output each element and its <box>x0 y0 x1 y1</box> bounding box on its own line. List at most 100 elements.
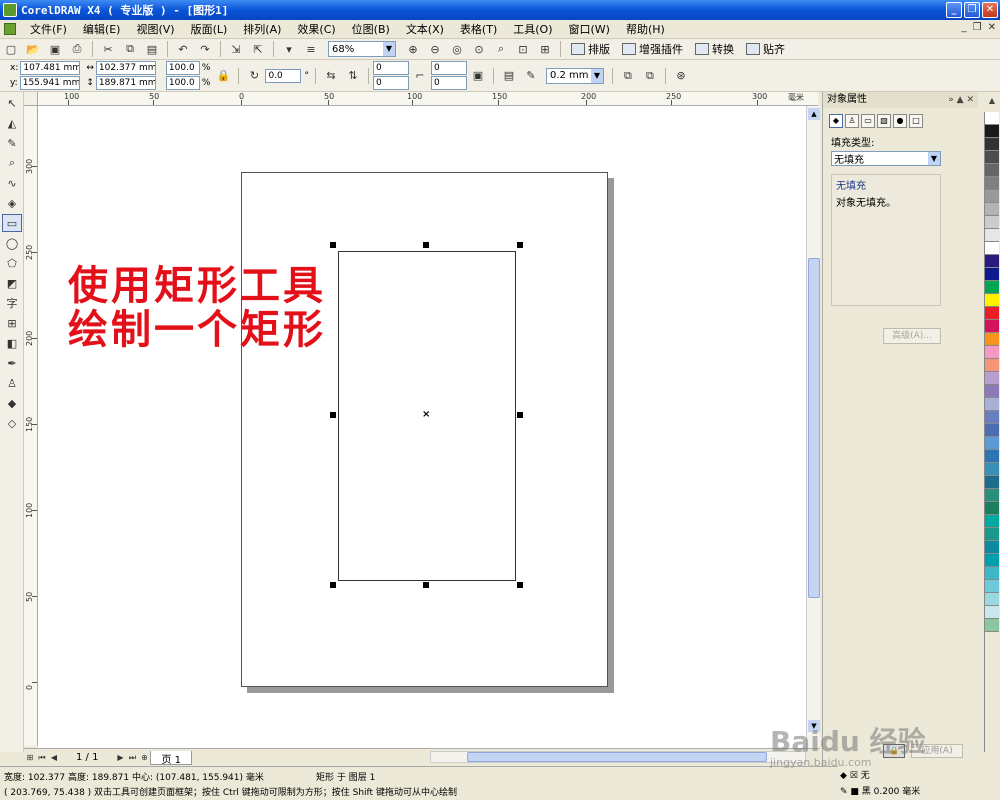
menu-edit[interactable]: 编辑(E) <box>75 21 129 37</box>
palette-swatch[interactable] <box>985 125 999 138</box>
lock-corners-icon[interactable]: ▣ <box>469 68 487 84</box>
copy-icon[interactable]: ⧉ <box>121 41 139 57</box>
palette-swatch[interactable] <box>985 463 999 476</box>
palette-swatch[interactable] <box>985 112 999 125</box>
palette-swatch[interactable] <box>985 359 999 372</box>
scale-x-input[interactable]: 100.0 <box>165 61 200 75</box>
rectangle-tool-icon[interactable]: ▭ <box>2 214 22 232</box>
zoom-selected-icon[interactable]: ◎ <box>448 41 466 57</box>
redo-icon[interactable]: ↷ <box>196 41 214 57</box>
add-page-icon[interactable]: ⊕ <box>138 753 150 762</box>
drawing-canvas[interactable]: × 使用矩形工具 绘制一个矩形 <box>38 106 806 748</box>
palette-swatch[interactable] <box>985 398 999 411</box>
minimize-button[interactable]: _ <box>946 2 962 18</box>
palette-swatch[interactable] <box>985 554 999 567</box>
interactive-blend-tool-icon[interactable]: ◧ <box>2 334 22 352</box>
pick-tool-icon[interactable]: ↖ <box>2 94 22 112</box>
open-icon[interactable]: 📂 <box>24 41 42 57</box>
zoom-in-icon[interactable]: ⊕ <box>404 41 422 57</box>
outline-width-select[interactable]: 0.2 mm ▼ <box>545 67 604 84</box>
palette-swatch[interactable] <box>985 372 999 385</box>
palette-swatch[interactable] <box>985 476 999 489</box>
width-input[interactable]: 102.377 mm <box>95 61 156 75</box>
undo-icon[interactable]: ↶ <box>174 41 192 57</box>
palette-swatch[interactable] <box>985 437 999 450</box>
ellipse-tool-icon[interactable]: ◯ <box>2 234 22 252</box>
corner-radius-bottom-left-input[interactable]: 0 <box>372 76 409 90</box>
text-tool-icon[interactable]: 字 <box>2 294 22 312</box>
interactive-fill-tool-icon[interactable]: ◇ <box>2 414 22 432</box>
palette-swatch[interactable] <box>985 411 999 424</box>
palette-swatch[interactable] <box>985 203 999 216</box>
selection-handle[interactable] <box>423 242 429 248</box>
welcome-screen-icon[interactable]: ≡ <box>302 41 320 57</box>
advanced-button[interactable]: 高级(A)... <box>883 328 941 344</box>
selection-handle[interactable] <box>517 582 523 588</box>
new-document-icon[interactable]: ▢ <box>2 41 20 57</box>
menu-table[interactable]: 表格(T) <box>452 21 505 37</box>
palette-swatch[interactable] <box>985 541 999 554</box>
basic-shapes-tool-icon[interactable]: ◩ <box>2 274 22 292</box>
print-icon[interactable]: ⎙ <box>68 41 86 57</box>
palette-swatch[interactable] <box>985 177 999 190</box>
menu-arrange[interactable]: 排列(A) <box>235 21 289 37</box>
scale-y-input[interactable]: 100.0 <box>165 76 200 90</box>
scroll-up-icon[interactable]: ▲ <box>808 108 820 120</box>
corner-link-icon[interactable]: ⌐ <box>411 68 429 84</box>
palette-swatch[interactable] <box>985 138 999 151</box>
menu-file[interactable]: 文件(F) <box>22 21 75 37</box>
palette-swatch[interactable] <box>985 567 999 580</box>
y-position-input[interactable]: 155.941 mm <box>19 76 80 90</box>
menu-layout[interactable]: 版面(L) <box>183 21 236 37</box>
plugin-button[interactable]: 增强插件 <box>622 41 683 57</box>
prev-page-icon[interactable]: ◀ <box>48 753 60 762</box>
palette-swatch[interactable] <box>985 255 999 268</box>
close-button[interactable]: ✕ <box>982 2 998 18</box>
palette-swatch[interactable] <box>985 164 999 177</box>
height-input[interactable]: 189.871 mm <box>95 76 156 90</box>
palette-swatch[interactable] <box>985 489 999 502</box>
selection-handle[interactable] <box>517 412 523 418</box>
shape-tool-icon[interactable]: ◭ <box>2 114 22 132</box>
palette-swatch[interactable] <box>985 580 999 593</box>
zoom-width-icon[interactable]: ⊡ <box>514 41 532 57</box>
palette-swatch[interactable] <box>985 385 999 398</box>
palette-swatch[interactable] <box>985 151 999 164</box>
convert-button[interactable]: 转换 <box>695 41 734 57</box>
palette-swatch[interactable] <box>985 346 999 359</box>
horizontal-ruler[interactable]: 100 50 0 50 100 150 200 250 300 毫米 <box>38 92 818 106</box>
freehand-tool-icon[interactable]: ∿ <box>2 174 22 192</box>
palette-swatch[interactable] <box>985 190 999 203</box>
zoom-out-icon[interactable]: ⊖ <box>426 41 444 57</box>
vertical-scrollbar[interactable]: ▲ ▼ <box>806 106 820 748</box>
palette-swatch[interactable] <box>985 619 999 632</box>
selection-handle[interactable] <box>330 242 336 248</box>
menu-view[interactable]: 视图(V) <box>128 21 182 37</box>
palette-swatch[interactable] <box>985 606 999 619</box>
paste-icon[interactable]: ▤ <box>143 41 161 57</box>
snap-button[interactable]: 贴齐 <box>746 41 785 57</box>
menu-window[interactable]: 窗口(W) <box>561 21 618 37</box>
document-icon[interactable] <box>4 23 16 35</box>
palette-swatch[interactable] <box>985 515 999 528</box>
palette-swatch[interactable] <box>985 281 999 294</box>
selection-handle[interactable] <box>423 582 429 588</box>
selection-handle[interactable] <box>517 242 523 248</box>
palette-swatch[interactable] <box>985 502 999 515</box>
corner-radius-top-left-input[interactable]: 0 <box>372 61 409 75</box>
rotation-input[interactable]: 0.0 <box>265 68 302 83</box>
palette-swatch[interactable] <box>985 294 999 307</box>
lock-ratio-icon[interactable]: 🔒 <box>214 68 232 84</box>
zoom-level-select[interactable]: 68% ▼ <box>328 41 396 57</box>
palette-swatch[interactable] <box>985 229 999 242</box>
menu-tools[interactable]: 工具(O) <box>505 21 560 37</box>
ruler-origin[interactable] <box>24 92 38 106</box>
summary-tab-icon[interactable]: □ <box>909 114 923 128</box>
eyedropper-tool-icon[interactable]: ✒ <box>2 354 22 372</box>
convert-to-curves-icon[interactable]: ⊛ <box>672 68 690 84</box>
corner-radius-bottom-right-input[interactable]: 0 <box>430 76 467 90</box>
horizontal-scroll-thumb[interactable] <box>467 752 767 762</box>
general-tab-icon[interactable]: ▭ <box>861 114 875 128</box>
vertical-scroll-thumb[interactable] <box>808 258 820 598</box>
menu-text[interactable]: 文本(X) <box>398 21 452 37</box>
